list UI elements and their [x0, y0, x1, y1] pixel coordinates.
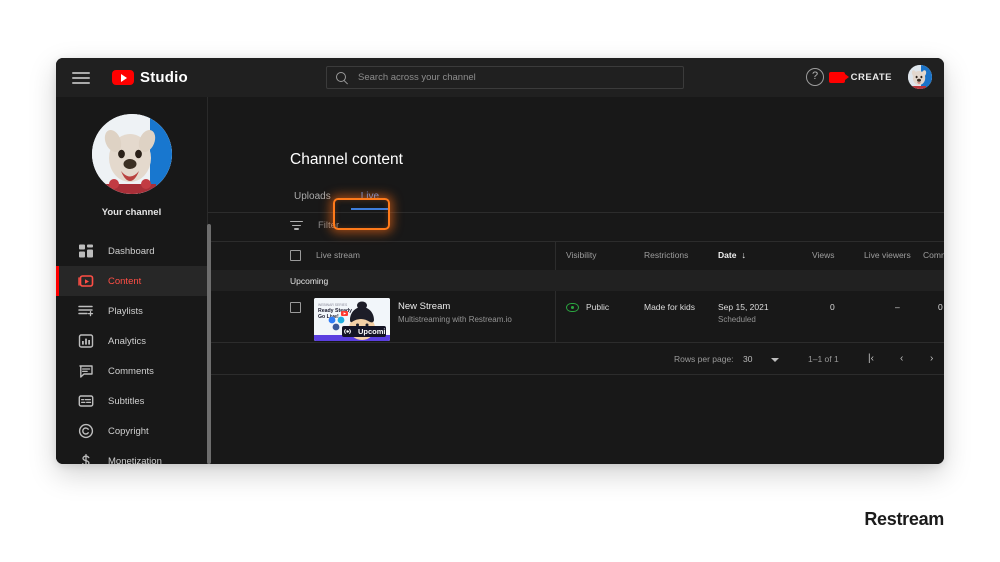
page-title: Channel content [290, 151, 403, 168]
first-page-button[interactable]: |‹ [868, 353, 874, 364]
restream-watermark: Restream [864, 509, 944, 529]
column-header-live-stream[interactable]: Live stream [316, 250, 360, 260]
sidebar-item-playlists[interactable]: Playlists [56, 296, 207, 326]
next-page-button[interactable]: › [930, 353, 933, 364]
sidebar-item-dashboard[interactable]: Dashboard [56, 236, 207, 266]
visibility-value: Public [586, 302, 610, 312]
table-row[interactable]: WEBINAR SERIES Ready Steady Go Live! Upc… [208, 291, 944, 343]
public-eye-icon [566, 303, 579, 313]
create-button-label: CREATE [850, 72, 892, 83]
search-bar[interactable]: Search across your channel [326, 66, 684, 89]
filter-bar[interactable]: Filter [208, 213, 944, 241]
sidebar-item-content[interactable]: Content [56, 266, 207, 296]
search-icon [336, 71, 348, 84]
views-cell: 0 [830, 302, 835, 312]
date-sub-cell: Scheduled [718, 315, 756, 324]
youtube-studio-window: Studio Search across your channel ? CREA… [56, 58, 944, 464]
comments-icon [79, 365, 93, 378]
stream-description: Multistreaming with Restream.io [398, 315, 512, 324]
sidebar: Your channel Dashboard Content Playlists… [56, 97, 208, 464]
stream-title[interactable]: New Stream [398, 301, 450, 312]
filter-input[interactable]: Filter [318, 220, 339, 231]
create-button[interactable]: CREATE [821, 67, 900, 88]
column-header-restrictions[interactable]: Restrictions [644, 250, 688, 260]
select-all-checkbox[interactable] [290, 250, 301, 261]
sidebar-item-label: Copyright [108, 425, 149, 437]
studio-logo[interactable]: Studio [112, 69, 188, 86]
sidebar-item-subtitles[interactable]: Subtitles [56, 386, 207, 416]
copyright-icon [78, 423, 94, 439]
account-avatar[interactable] [908, 65, 932, 89]
monetization-icon [82, 453, 90, 464]
filter-icon [290, 221, 303, 232]
sidebar-item-label: Subtitles [108, 395, 145, 407]
sidebar-nav: Dashboard Content Playlists Analytics Co… [56, 236, 207, 464]
live-viewers-cell: – [895, 302, 900, 312]
svg-text:Go Live!: Go Live! [318, 314, 339, 320]
dashboard-icon [79, 244, 93, 258]
sidebar-item-label: Content [108, 275, 142, 287]
search-input[interactable]: Search across your channel [358, 72, 476, 83]
rows-per-page-label: Rows per page: [674, 354, 734, 364]
tab-live[interactable]: Live [350, 185, 390, 210]
channel-avatar-image [91, 114, 172, 194]
previous-page-button[interactable]: ‹ [900, 353, 903, 364]
stream-thumbnail-image: WEBINAR SERIES Ready Steady Go Live! Upc… [314, 298, 390, 341]
vertical-scrollbar[interactable] [207, 224, 211, 464]
column-header-date[interactable]: Date ↓ [718, 250, 746, 260]
top-bar: Studio Search across your channel ? CREA… [56, 58, 944, 97]
sidebar-item-label: Monetization [108, 455, 162, 465]
studio-wordmark: Studio [140, 69, 188, 86]
svg-text:WEBINAR SERIES: WEBINAR SERIES [318, 303, 348, 307]
channel-block: Your channel [56, 97, 207, 218]
sidebar-item-label: Playlists [108, 305, 143, 317]
content-tabs: Uploads Live [290, 185, 390, 210]
row-checkbox[interactable] [290, 302, 301, 313]
column-header-views[interactable]: Views [812, 250, 835, 260]
sort-arrow-down-icon: ↓ [741, 250, 746, 260]
svg-text:Upcoming: Upcoming [358, 327, 390, 336]
page-range-label: 1–1 of 1 [808, 354, 839, 364]
hamburger-menu-icon[interactable] [72, 71, 90, 84]
subtitles-icon [78, 395, 94, 407]
video-camera-icon [828, 72, 849, 83]
group-header-upcoming: Upcoming [208, 270, 944, 291]
column-header-comments[interactable]: Comments [923, 250, 944, 260]
analytics-icon [78, 334, 94, 348]
sidebar-item-analytics[interactable]: Analytics [56, 326, 207, 356]
content-icon [78, 275, 94, 287]
screenshot-canvas: Studio Search across your channel ? CREA… [0, 0, 1000, 562]
stream-thumbnail[interactable]: WEBINAR SERIES Ready Steady Go Live! Upc… [314, 298, 390, 341]
sidebar-item-label: Comments [108, 365, 154, 377]
column-header-live-viewers[interactable]: Live viewers [864, 250, 911, 260]
column-header-date-label: Date [718, 250, 737, 260]
table-header-row: Live stream Visibility Restrictions Date… [208, 242, 944, 270]
sidebar-item-label: Dashboard [108, 245, 155, 257]
comments-cell: 0 [938, 302, 943, 312]
group-header-label: Upcoming [290, 276, 329, 286]
pagination-divider [208, 374, 944, 375]
avatar-image [908, 65, 932, 89]
sidebar-item-label: Analytics [108, 335, 147, 347]
restrictions-cell: Made for kids [644, 302, 696, 312]
sidebar-item-copyright[interactable]: Copyright [56, 416, 207, 446]
pagination-bar: Rows per page: 30 1–1 of 1 |‹ ‹ › ›| [208, 343, 944, 375]
visibility-cell: Public [566, 302, 610, 313]
youtube-play-icon [112, 70, 134, 85]
rows-per-page-dropdown-icon[interactable] [771, 358, 779, 362]
your-channel-label: Your channel [101, 207, 162, 218]
sidebar-item-comments[interactable]: Comments [56, 356, 207, 386]
column-header-visibility[interactable]: Visibility [566, 250, 597, 260]
playlists-icon [78, 305, 94, 317]
rows-per-page-value[interactable]: 30 [743, 354, 752, 364]
channel-avatar[interactable] [91, 114, 172, 194]
date-cell: Sep 15, 2021 [718, 302, 769, 312]
sidebar-item-monetization[interactable]: Monetization [56, 446, 207, 464]
tab-uploads[interactable]: Uploads [290, 185, 335, 210]
main-content: Channel content Uploads Live Filter Live… [208, 97, 944, 464]
